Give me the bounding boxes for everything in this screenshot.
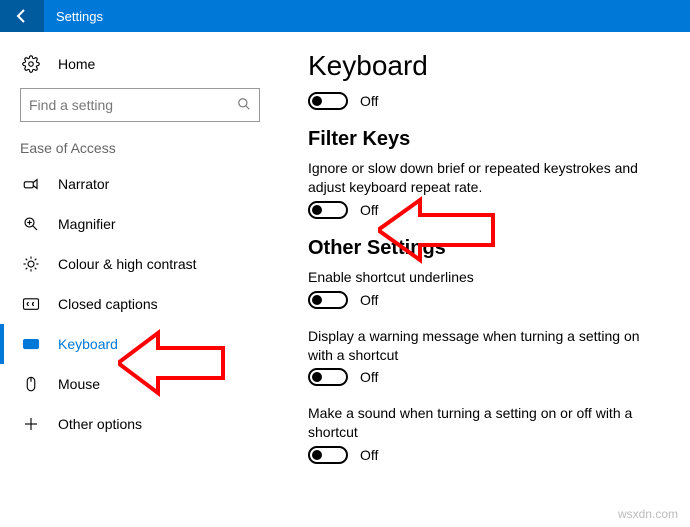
sidebar-item-mouse[interactable]: Mouse xyxy=(0,364,280,404)
other-toggle-row-2: Off xyxy=(308,446,670,464)
other-item-desc: Enable shortcut underlines xyxy=(308,268,648,287)
sidebar-item-magnifier[interactable]: Magnifier xyxy=(0,204,280,244)
sidebar-item-narrator[interactable]: Narrator xyxy=(0,164,280,204)
sidebar-item-label: Colour & high contrast xyxy=(58,256,197,272)
keyboard-top-toggle-label: Off xyxy=(360,93,378,109)
search-box[interactable] xyxy=(20,88,260,122)
keyboard-top-toggle-row: Off xyxy=(308,92,670,110)
sidebar-item-label: Keyboard xyxy=(58,336,118,352)
keyboard-icon xyxy=(22,335,40,353)
search-input[interactable] xyxy=(29,97,237,113)
filter-keys-toggle-row: Off xyxy=(308,201,670,219)
sidebar-item-keyboard[interactable]: Keyboard xyxy=(0,324,280,364)
plus-icon xyxy=(22,415,40,433)
sidebar-item-label: Narrator xyxy=(58,176,109,192)
other-item-desc: Make a sound when turning a setting on o… xyxy=(308,404,648,442)
shortcut-underlines-toggle[interactable] xyxy=(308,291,348,309)
watermark: wsxdn.com xyxy=(618,507,678,521)
sidebar-item-label: Closed captions xyxy=(58,296,158,312)
other-settings-heading: Other Settings xyxy=(308,237,670,260)
sidebar-item-label: Other options xyxy=(58,416,142,432)
filter-keys-desc: Ignore or slow down brief or repeated ke… xyxy=(308,159,648,197)
sidebar-item-captions[interactable]: Closed captions xyxy=(0,284,280,324)
other-toggle-label: Off xyxy=(360,369,378,385)
narrator-icon xyxy=(22,175,40,193)
page-title: Keyboard xyxy=(308,50,670,82)
sidebar-item-other[interactable]: Other options xyxy=(0,404,280,444)
search-icon xyxy=(237,97,251,114)
keyboard-top-toggle[interactable] xyxy=(308,92,348,110)
warning-message-toggle[interactable] xyxy=(308,368,348,386)
captions-icon xyxy=(22,295,40,313)
sidebar-item-label: Magnifier xyxy=(58,216,116,232)
other-toggle-label: Off xyxy=(360,447,378,463)
sidebar-section-label: Ease of Access xyxy=(0,140,280,162)
gear-icon xyxy=(22,55,40,73)
window-title: Settings xyxy=(44,9,103,24)
other-toggle-row-0: Off xyxy=(308,291,670,309)
sidebar-item-colour[interactable]: Colour & high contrast xyxy=(0,244,280,284)
sound-toggle[interactable] xyxy=(308,446,348,464)
back-button[interactable] xyxy=(0,0,44,32)
other-toggle-row-1: Off xyxy=(308,368,670,386)
magnifier-icon xyxy=(22,215,40,233)
filter-keys-toggle[interactable] xyxy=(308,201,348,219)
titlebar: Settings xyxy=(0,0,690,32)
mouse-icon xyxy=(22,375,40,393)
contrast-icon xyxy=(22,255,40,273)
filter-keys-heading: Filter Keys xyxy=(308,128,670,151)
sidebar-home-label: Home xyxy=(58,56,95,72)
search-wrap xyxy=(20,88,260,122)
back-arrow-icon xyxy=(14,8,30,24)
other-toggle-label: Off xyxy=(360,292,378,308)
content-pane: Keyboard Off Filter Keys Ignore or slow … xyxy=(280,32,690,527)
sidebar: Home Ease of Access Narrator Magnifier xyxy=(0,32,280,527)
sidebar-home[interactable]: Home xyxy=(0,44,280,84)
other-item-desc: Display a warning message when turning a… xyxy=(308,327,648,365)
sidebar-item-label: Mouse xyxy=(58,376,100,392)
filter-keys-toggle-label: Off xyxy=(360,202,378,218)
